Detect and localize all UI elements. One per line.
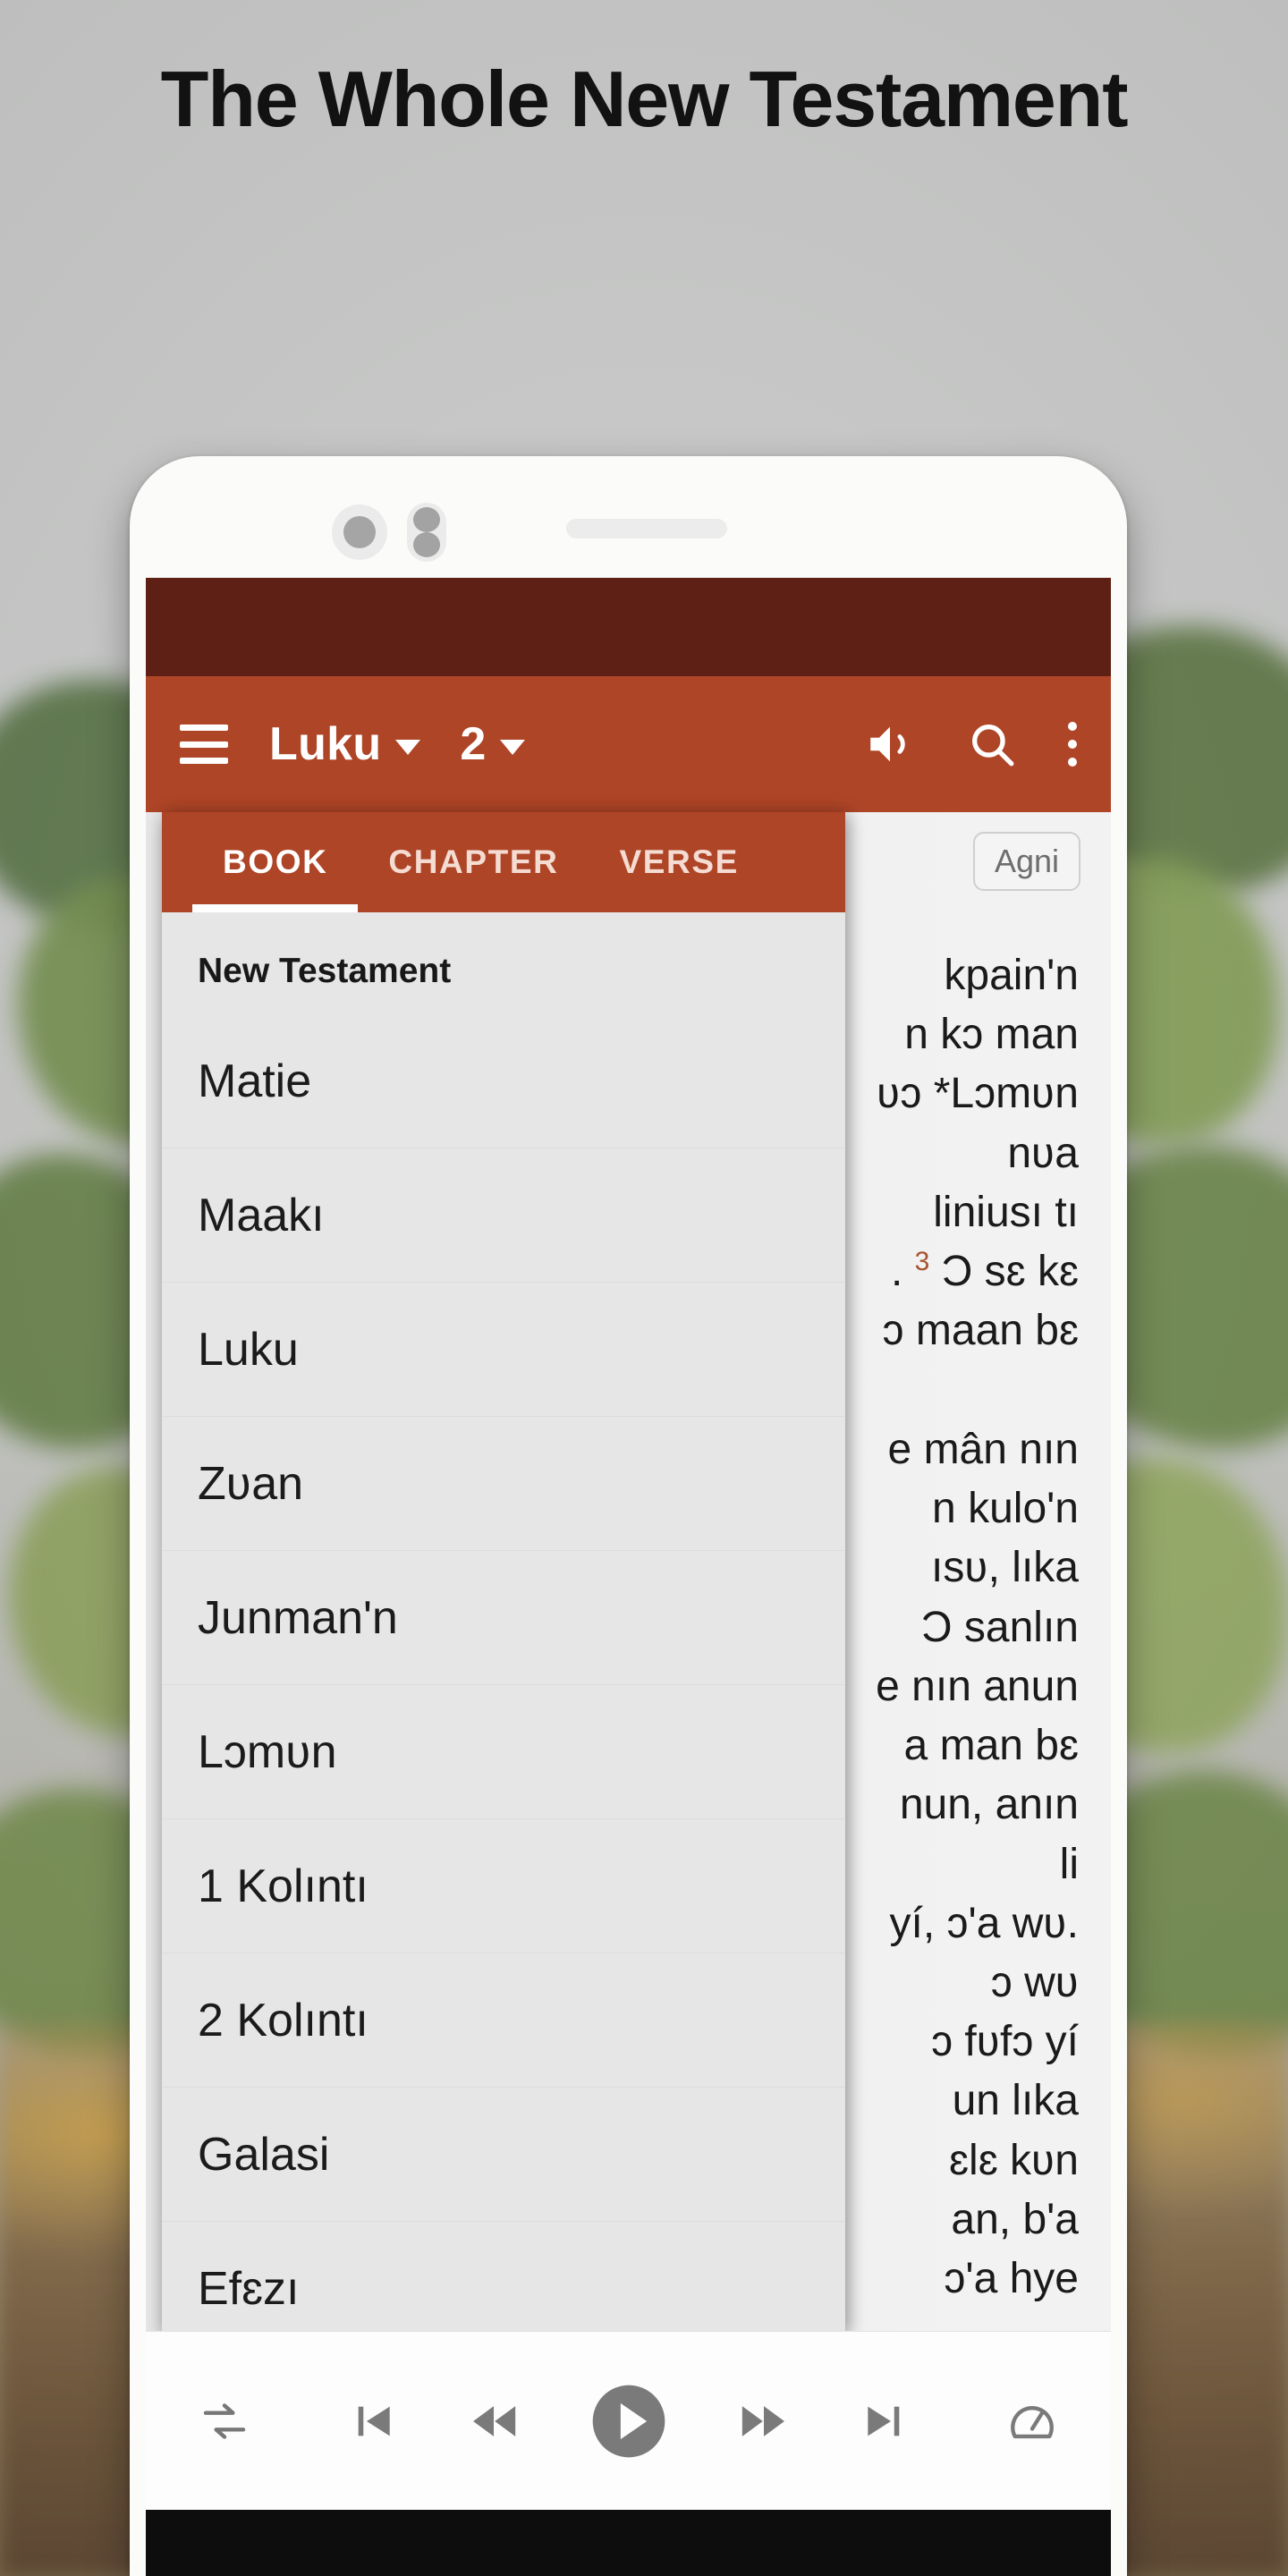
proximity-sensor-icon <box>407 503 446 562</box>
play-circle-icon <box>592 2385 665 2457</box>
book-selector-label: Luku <box>269 718 382 770</box>
hero-section: The Whole New Testament <box>0 54 1288 145</box>
book-chapter-verse-picker: BOOK CHAPTER VERSE New Testament Matie Ma… <box>162 812 845 2333</box>
chevron-down-icon <box>395 739 421 755</box>
book-list-item[interactable]: Zʋan <box>162 1417 845 1551</box>
book-list-item[interactable]: Galasi <box>162 2088 845 2222</box>
tab-chapter[interactable]: CHAPTER <box>358 812 589 912</box>
app-bar: Luku 2 <box>146 676 1111 812</box>
overflow-menu-button[interactable] <box>1068 722 1077 767</box>
skip-previous-icon <box>358 2406 390 2436</box>
book-list-item[interactable]: Lɔmʋn <box>162 1685 845 1819</box>
picker-book-list[interactable]: New Testament Matie Maakı Luku Zʋan Junman'n… <box>162 912 845 2333</box>
player-right-slot <box>953 2395 1111 2447</box>
rewind-icon <box>472 2405 515 2436</box>
more-vertical-icon <box>1068 722 1077 767</box>
rewind-button[interactable] <box>468 2395 520 2447</box>
repeat-button[interactable] <box>199 2396 250 2446</box>
chapter-selector[interactable]: 2 <box>460 717 526 771</box>
fast-forward-button[interactable] <box>738 2395 790 2447</box>
book-list-container: Matie Maakı Luku Zʋan Junman'n Lɔmʋn 1 Kolıntı… <box>162 1014 845 2333</box>
repeat-arrows-icon <box>203 2402 246 2439</box>
book-list-item[interactable]: Efɛzı <box>162 2222 845 2333</box>
book-list-item[interactable]: Junman'n <box>162 1551 845 1685</box>
picker-tab-bar: BOOK CHAPTER VERSE <box>162 812 845 912</box>
playback-speed-button[interactable] <box>1006 2395 1058 2447</box>
skip-next-button[interactable] <box>860 2396 910 2446</box>
fast-forward-icon <box>741 2405 784 2436</box>
book-list-item[interactable]: Matie <box>162 1014 845 1148</box>
book-selector[interactable]: Luku <box>269 717 421 771</box>
book-list-item[interactable]: 2 Kolıntı <box>162 1953 845 2088</box>
book-list-item[interactable]: Maakı <box>162 1148 845 1283</box>
playback-speed-gauge-icon <box>1011 2405 1054 2438</box>
chevron-down-icon <box>500 739 526 755</box>
book-list-item[interactable]: 1 Kolıntı <box>162 1819 845 1953</box>
phone-screen: Luku 2 Agni kpain'n n kɔ man ʋɔ *Lɔmʋn n… <box>146 578 1111 2510</box>
front-camera-icon <box>332 504 387 560</box>
section-header-new-testament: New Testament <box>198 952 452 990</box>
tab-verse[interactable]: VERSE <box>589 812 768 912</box>
tab-book[interactable]: BOOK <box>192 812 359 912</box>
verse-number: 3 <box>914 1247 930 1277</box>
volume-up-icon <box>870 726 905 762</box>
status-bar <box>146 578 1111 676</box>
skip-next-icon <box>867 2406 899 2436</box>
phone-device-frame: Luku 2 Agni kpain'n n kɔ man ʋɔ *Lɔmʋn n… <box>130 456 1127 2576</box>
phone-top-bezel <box>146 472 1111 578</box>
player-transport-controls <box>303 2382 953 2461</box>
skip-previous-button[interactable] <box>348 2396 398 2446</box>
player-left-slot <box>146 2396 303 2446</box>
earpiece-speaker-icon <box>566 519 727 538</box>
search-button[interactable] <box>966 718 1018 770</box>
chapter-selector-label: 2 <box>460 718 487 770</box>
play-button[interactable] <box>589 2382 668 2461</box>
audio-player-bar <box>146 2331 1111 2510</box>
book-list-item[interactable]: Luku <box>162 1283 845 1417</box>
search-icon <box>972 724 1014 767</box>
audio-button[interactable] <box>864 718 916 770</box>
page-title: The Whole New Testament <box>160 55 1129 143</box>
hamburger-menu-icon[interactable] <box>180 724 228 764</box>
language-chip[interactable]: Agni <box>972 832 1080 891</box>
